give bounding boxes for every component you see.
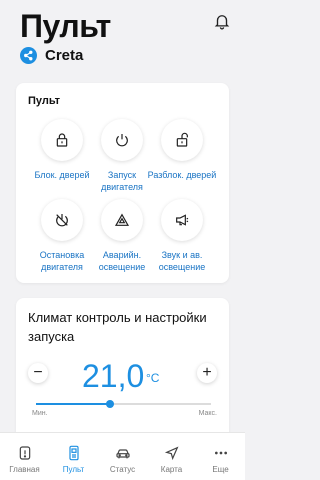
- power-off-icon: [41, 199, 83, 241]
- horn-icon: [161, 199, 203, 241]
- nav-label-home: Главная: [9, 465, 40, 474]
- slider-thumb[interactable]: [105, 400, 114, 408]
- navigation-icon: [147, 439, 196, 461]
- car-selector[interactable]: Creta: [20, 47, 83, 64]
- page-title: Пульт: [20, 8, 111, 44]
- power-icon: [101, 119, 143, 161]
- slider-min-label: Мин.: [32, 410, 48, 417]
- temperature-control: − 21,0 °C +: [16, 358, 229, 394]
- remote-card-title: Пульт: [28, 95, 61, 107]
- car-icon: [98, 439, 147, 461]
- nav-item-status[interactable]: Статус: [98, 433, 147, 480]
- remote-card: Пульт Блок. дверей Запуск двигателя Разб…: [16, 83, 229, 283]
- nav-item-map[interactable]: Карта: [147, 433, 196, 480]
- nav-label-remote: Пульт: [62, 465, 85, 474]
- horn-lights-button[interactable]: Звук и ав. освещение: [147, 199, 217, 273]
- increase-temperature-button[interactable]: +: [197, 363, 217, 383]
- remote-icon: [49, 439, 98, 461]
- header: Пульт Creta: [0, 0, 245, 78]
- slider-fill: [36, 403, 110, 405]
- bottom-nav: Главная Пульт Статус Карта Еще: [0, 432, 245, 480]
- bell-icon[interactable]: [213, 12, 231, 30]
- nav-item-more[interactable]: Еще: [196, 433, 245, 480]
- lock-icon: [41, 119, 83, 161]
- hazard-icon: [101, 199, 143, 241]
- nav-item-remote[interactable]: Пульт: [49, 433, 98, 480]
- fan-level-slider[interactable]: [36, 400, 211, 408]
- home-icon: [0, 439, 49, 461]
- unlock-doors-button[interactable]: Разблок. дверей: [147, 119, 217, 181]
- horn-lights-label: Звук и ав. освещение: [158, 250, 206, 272]
- car-name: Creta: [45, 47, 84, 64]
- climate-card: Климат контроль и настройки запуска − 21…: [16, 298, 229, 440]
- unlock-doors-label: Разблок. дверей: [147, 170, 217, 180]
- slider-max-label: Макс.: [198, 410, 217, 417]
- nav-label-map: Карта: [160, 465, 183, 474]
- temperature-unit: °C: [146, 371, 160, 385]
- share-icon[interactable]: [20, 47, 37, 64]
- decrease-temperature-button[interactable]: −: [28, 363, 48, 383]
- nav-item-home[interactable]: Главная: [0, 433, 49, 480]
- climate-title: Климат контроль и настройки запуска: [28, 310, 207, 344]
- temperature-value: 21,0: [82, 358, 145, 394]
- more-icon: [196, 439, 245, 461]
- nav-label-more: Еще: [212, 465, 229, 474]
- nav-label-status: Статус: [109, 465, 136, 474]
- unlock-icon: [161, 119, 203, 161]
